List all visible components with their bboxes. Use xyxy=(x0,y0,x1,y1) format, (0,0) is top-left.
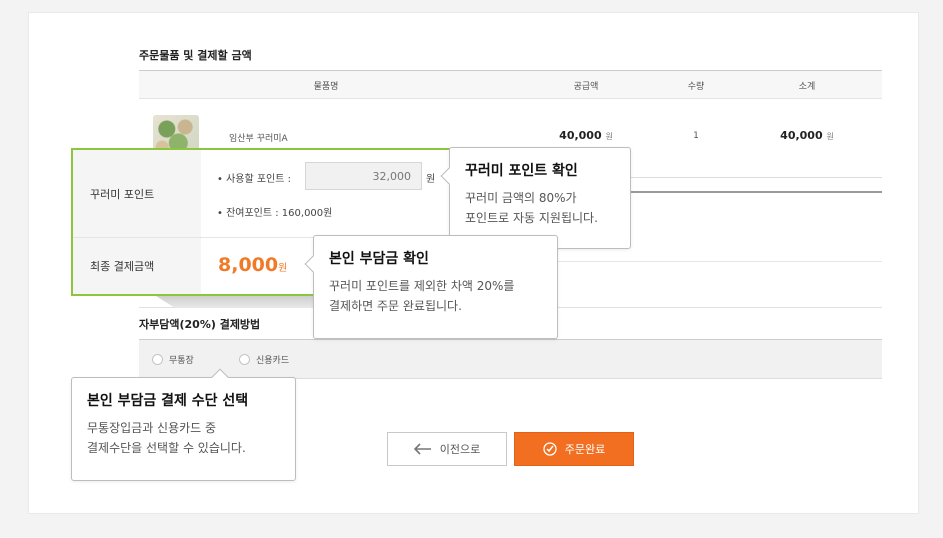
product-quantity: 1 xyxy=(693,131,699,141)
complete-order-button[interactable]: 주문완료 xyxy=(514,432,634,466)
divider xyxy=(558,261,882,262)
table-header: 물품명 공급액 수량 소계 xyxy=(139,71,882,99)
product-price: 40,000 원 xyxy=(559,129,613,142)
remaining-points: • 잔여포인트 : 160,000원 xyxy=(217,208,333,219)
use-points-label: • 사용할 포인트 : xyxy=(217,174,292,185)
col-subtotal: 소계 xyxy=(798,82,816,92)
final-amount-label: 최종 결제금액 xyxy=(73,238,201,294)
prev-button[interactable]: 이전으로 xyxy=(387,432,507,466)
payment-method-title: 자부담액(20%) 결제방법 xyxy=(139,318,261,331)
tooltip-payment-method: 본인 부담금 결제 수단 선택 무통장입금과 신용카드 중 결제수단을 선택할 … xyxy=(71,368,296,481)
radio-credit-card[interactable]: 신용카드 xyxy=(239,353,289,366)
tooltip-title: 본인 부담금 확인 xyxy=(329,251,429,267)
radio-circle-icon[interactable] xyxy=(239,354,250,365)
final-amount-value: 8,000원 xyxy=(218,254,288,276)
use-points-input[interactable]: 32,000 xyxy=(305,162,422,190)
tooltip-body: 꾸러미 포인트를 제외한 차액 20%를 결제하면 주문 완료됩니다. xyxy=(329,279,515,313)
payment-method-bar: 무통장 신용카드 xyxy=(139,339,882,379)
use-points-unit: 원 xyxy=(426,174,436,185)
tooltip-body: 무통장입금과 신용카드 중 결제수단을 선택할 수 있습니다. xyxy=(87,421,246,455)
radio-circle-icon[interactable] xyxy=(152,354,163,365)
check-circle-icon xyxy=(543,442,557,456)
radio-bank-transfer[interactable]: 무통장 xyxy=(152,353,194,366)
col-quantity: 수량 xyxy=(687,82,705,92)
tooltip-points: 꾸러미 포인트 확인 꾸러미 금액의 80%가 포인트로 자동 지원됩니다. xyxy=(440,147,631,249)
tooltip-title: 꾸러미 포인트 확인 xyxy=(465,163,578,179)
tooltip-title: 본인 부담금 결제 수단 선택 xyxy=(87,393,249,409)
section-title: 주문물품 및 결제할 금액 xyxy=(139,49,252,62)
arrow-left-icon xyxy=(413,443,431,455)
col-product-name: 물품명 xyxy=(313,82,339,92)
tooltip-self-payment: 본인 부담금 확인 꾸러미 포인트를 제외한 차액 20%를 결제하면 주문 완… xyxy=(304,235,558,339)
tooltip-body: 꾸러미 금액의 80%가 포인트로 자동 지원됩니다. xyxy=(465,191,598,225)
highlight-tail xyxy=(156,296,314,308)
product-name[interactable]: 임산부 꾸러미A xyxy=(229,131,288,144)
points-label: 꾸러미 포인트 xyxy=(73,150,201,237)
product-subtotal: 40,000 원 xyxy=(780,129,834,142)
points-row: 꾸러미 포인트 • 사용할 포인트 : 32,000 원 • 잔여포인트 : 1… xyxy=(73,150,452,238)
col-supply-price: 공급액 xyxy=(573,82,599,92)
